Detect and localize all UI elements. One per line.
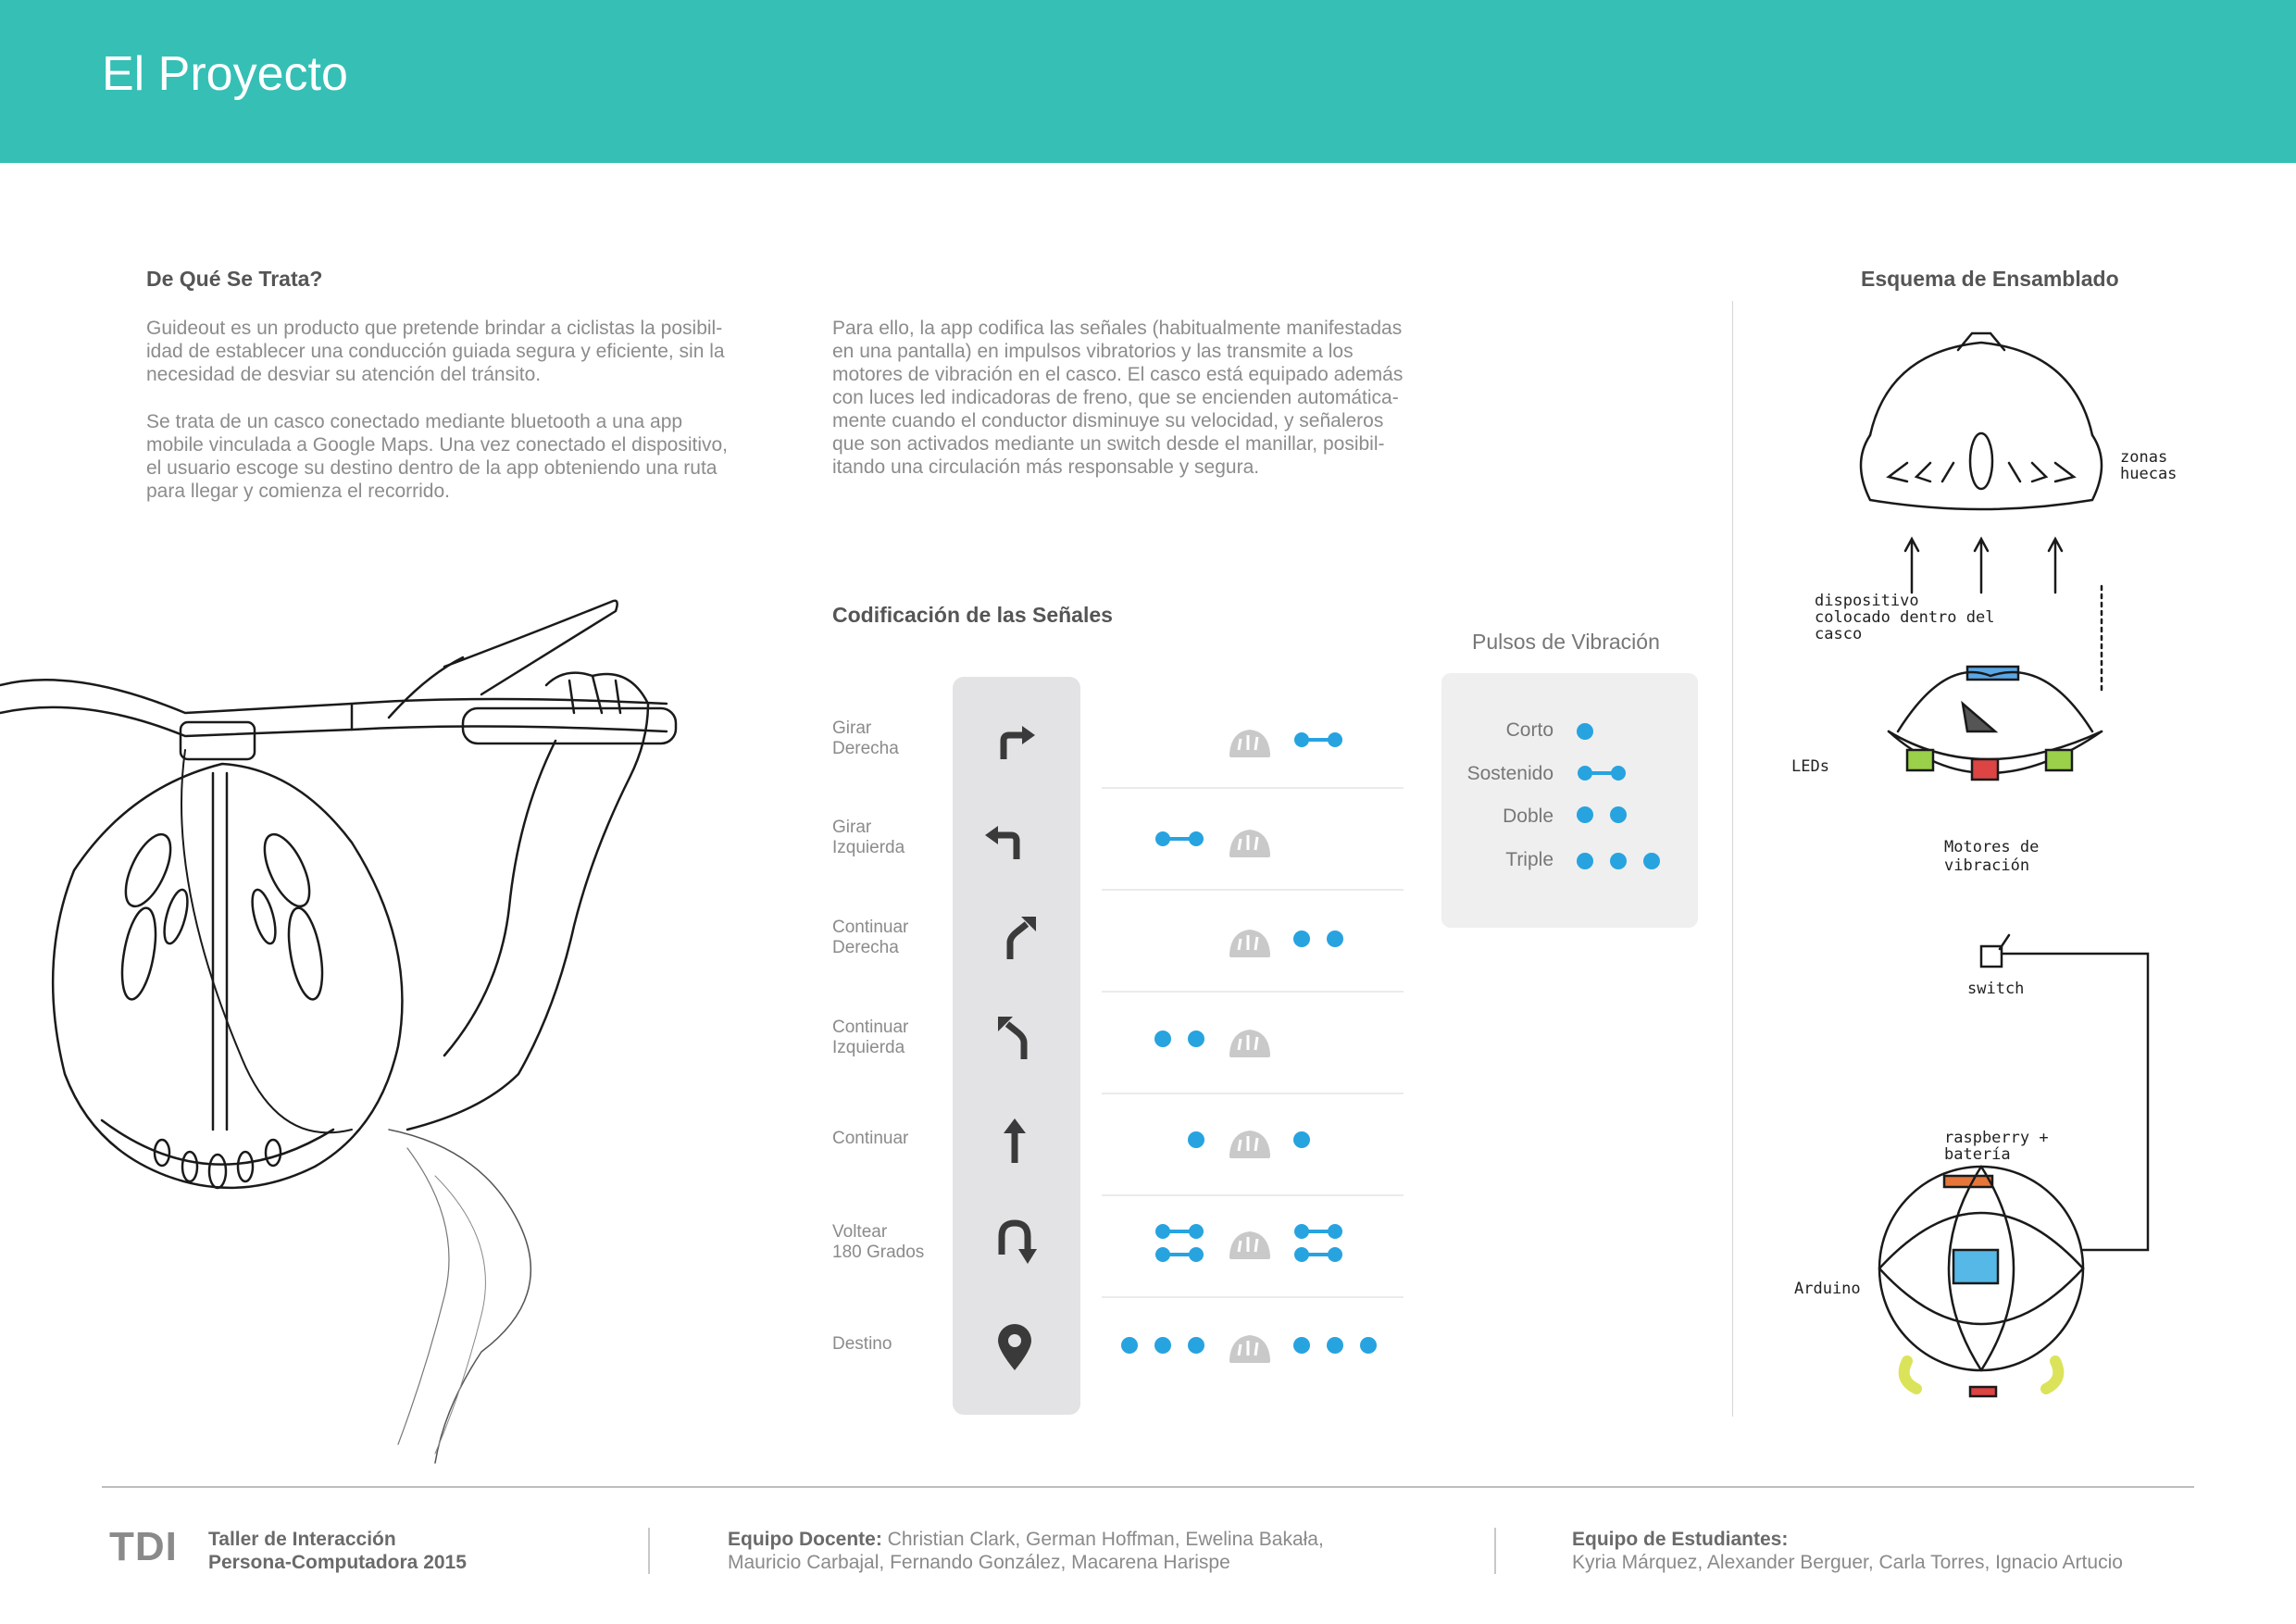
- turn-right-icon: [1000, 726, 1035, 759]
- pulse-dot: [1327, 931, 1343, 947]
- helmet-icon: [1228, 928, 1272, 959]
- pulse-dot: [1577, 723, 1593, 740]
- helmet-icon: [1228, 1333, 1272, 1365]
- signal-label: Voltear 180 Grados: [832, 1222, 925, 1262]
- turn-left-icon: [985, 826, 1020, 859]
- column-divider: [1732, 301, 1733, 1417]
- signal-label: Destino: [832, 1334, 892, 1354]
- pulse-dot: [1610, 806, 1627, 823]
- label-arduino: Arduino: [1794, 1280, 1861, 1298]
- students-label: Equipo de Estudiantes:: [1572, 1529, 1789, 1550]
- signal-label: Girar Izquierda: [832, 818, 905, 857]
- pulse-dot: [1293, 1337, 1310, 1354]
- intro-heading: De Qué Se Trata?: [146, 267, 323, 291]
- assembly-sketch: [1859, 331, 2150, 1398]
- pulse-dot: [1293, 1131, 1310, 1148]
- signal-label: Continuar: [832, 1129, 909, 1148]
- pulse-dot: [1121, 1337, 1138, 1354]
- pulse-dot: [1360, 1337, 1377, 1354]
- location-pin-icon: [998, 1324, 1031, 1370]
- vibration-patterns: [1121, 728, 1377, 1365]
- pulse-label: Sostenido: [1466, 763, 1554, 784]
- pulse-sustained: [1292, 731, 1344, 749]
- label-leds: LEDs: [1791, 757, 1829, 776]
- signal-label: Continuar Izquierda: [832, 1018, 909, 1057]
- pulse-dot: [1154, 1337, 1171, 1354]
- pulse-dot: [1293, 931, 1310, 947]
- pulse-dot: [1327, 1337, 1343, 1354]
- pulse-dot: [1643, 853, 1660, 869]
- footer-teachers: Equipo Docente: Christian Clark, German …: [728, 1528, 1324, 1574]
- intro-paragraph-3: Para ello, la app codifica las señales (…: [832, 318, 1404, 478]
- u-turn-icon: [998, 1219, 1037, 1264]
- helmet-icon: [1228, 828, 1272, 859]
- bear-left-icon: [998, 1017, 1028, 1059]
- pulse-sustained: [1292, 1245, 1344, 1264]
- pulse-label: Triple: [1505, 849, 1554, 870]
- pulse-dot: [1577, 806, 1593, 823]
- signal-label: Girar Derecha: [832, 718, 899, 758]
- pulses-heading: Pulsos de Vibración: [1472, 630, 1660, 654]
- assembly-heading: Esquema de Ensamblado: [1861, 267, 2119, 291]
- bear-right-icon: [1006, 917, 1036, 959]
- helmet-icon: [1228, 1230, 1272, 1261]
- label-dispositivo: dispositivo colocado dentro del casco: [1815, 592, 1995, 643]
- pulse-dot: [1577, 853, 1593, 869]
- teachers-label: Equipo Docente:: [728, 1529, 882, 1550]
- teachers-line-1: Christian Clark, German Hoffman, Ewelina…: [881, 1529, 1324, 1550]
- label-motores: Motores de vibración: [1944, 838, 2040, 875]
- intro-paragraph-2: Se trata de un casco conectado mediante …: [146, 411, 729, 502]
- label-switch: switch: [1967, 980, 2025, 998]
- pulse-dot: [1610, 853, 1627, 869]
- label-zonas: zonas huecas: [2120, 448, 2177, 483]
- teachers-line-2: Mauricio Carbajal, Fernando González, Ma…: [728, 1552, 1230, 1573]
- pulse-dot: [1188, 1337, 1204, 1354]
- pulse-label: Corto: [1505, 719, 1554, 741]
- pulse-sustained: [1154, 1245, 1205, 1264]
- students-names: Kyria Márquez, Alexander Berguer, Carla …: [1572, 1552, 2123, 1573]
- straight-icon: [1004, 1118, 1026, 1163]
- pulse-label: Doble: [1503, 806, 1554, 827]
- signal-label: Continuar Derecha: [832, 918, 909, 957]
- label-raspberry: raspberry + batería: [1944, 1129, 2049, 1164]
- footer-separator: [648, 1528, 650, 1574]
- pulse-sustained: [1292, 1222, 1344, 1241]
- helmet-icon: [1228, 728, 1272, 759]
- helmet-icon: [1228, 1028, 1272, 1059]
- footer-course: Taller de Interacción Persona-Computador…: [208, 1529, 467, 1573]
- page-title: El Proyecto: [102, 47, 348, 101]
- pulse-dot: [1154, 1031, 1171, 1047]
- footer-students: Equipo de Estudiantes: Kyria Márquez, Al…: [1572, 1528, 2123, 1574]
- pulse-sustained: [1154, 830, 1205, 848]
- signals-heading: Codificación de las Señales: [832, 603, 1113, 627]
- pulses-legend-marks: [1577, 723, 1660, 869]
- pulse-dot: [1188, 1131, 1204, 1148]
- pulse-sustained: [1154, 1222, 1205, 1241]
- pulse-dot: [1188, 1031, 1204, 1047]
- intro-paragraph-1: Guideout es un producto que pretende bri…: [146, 318, 725, 385]
- footer-separator: [1494, 1528, 1496, 1574]
- bike-helmet-illustration: [0, 599, 678, 1464]
- footer-divider: [102, 1486, 2194, 1488]
- tdi-logo: TDI: [109, 1524, 178, 1569]
- pulse-sustained: [1578, 766, 1626, 781]
- helmet-icon: [1228, 1129, 1272, 1160]
